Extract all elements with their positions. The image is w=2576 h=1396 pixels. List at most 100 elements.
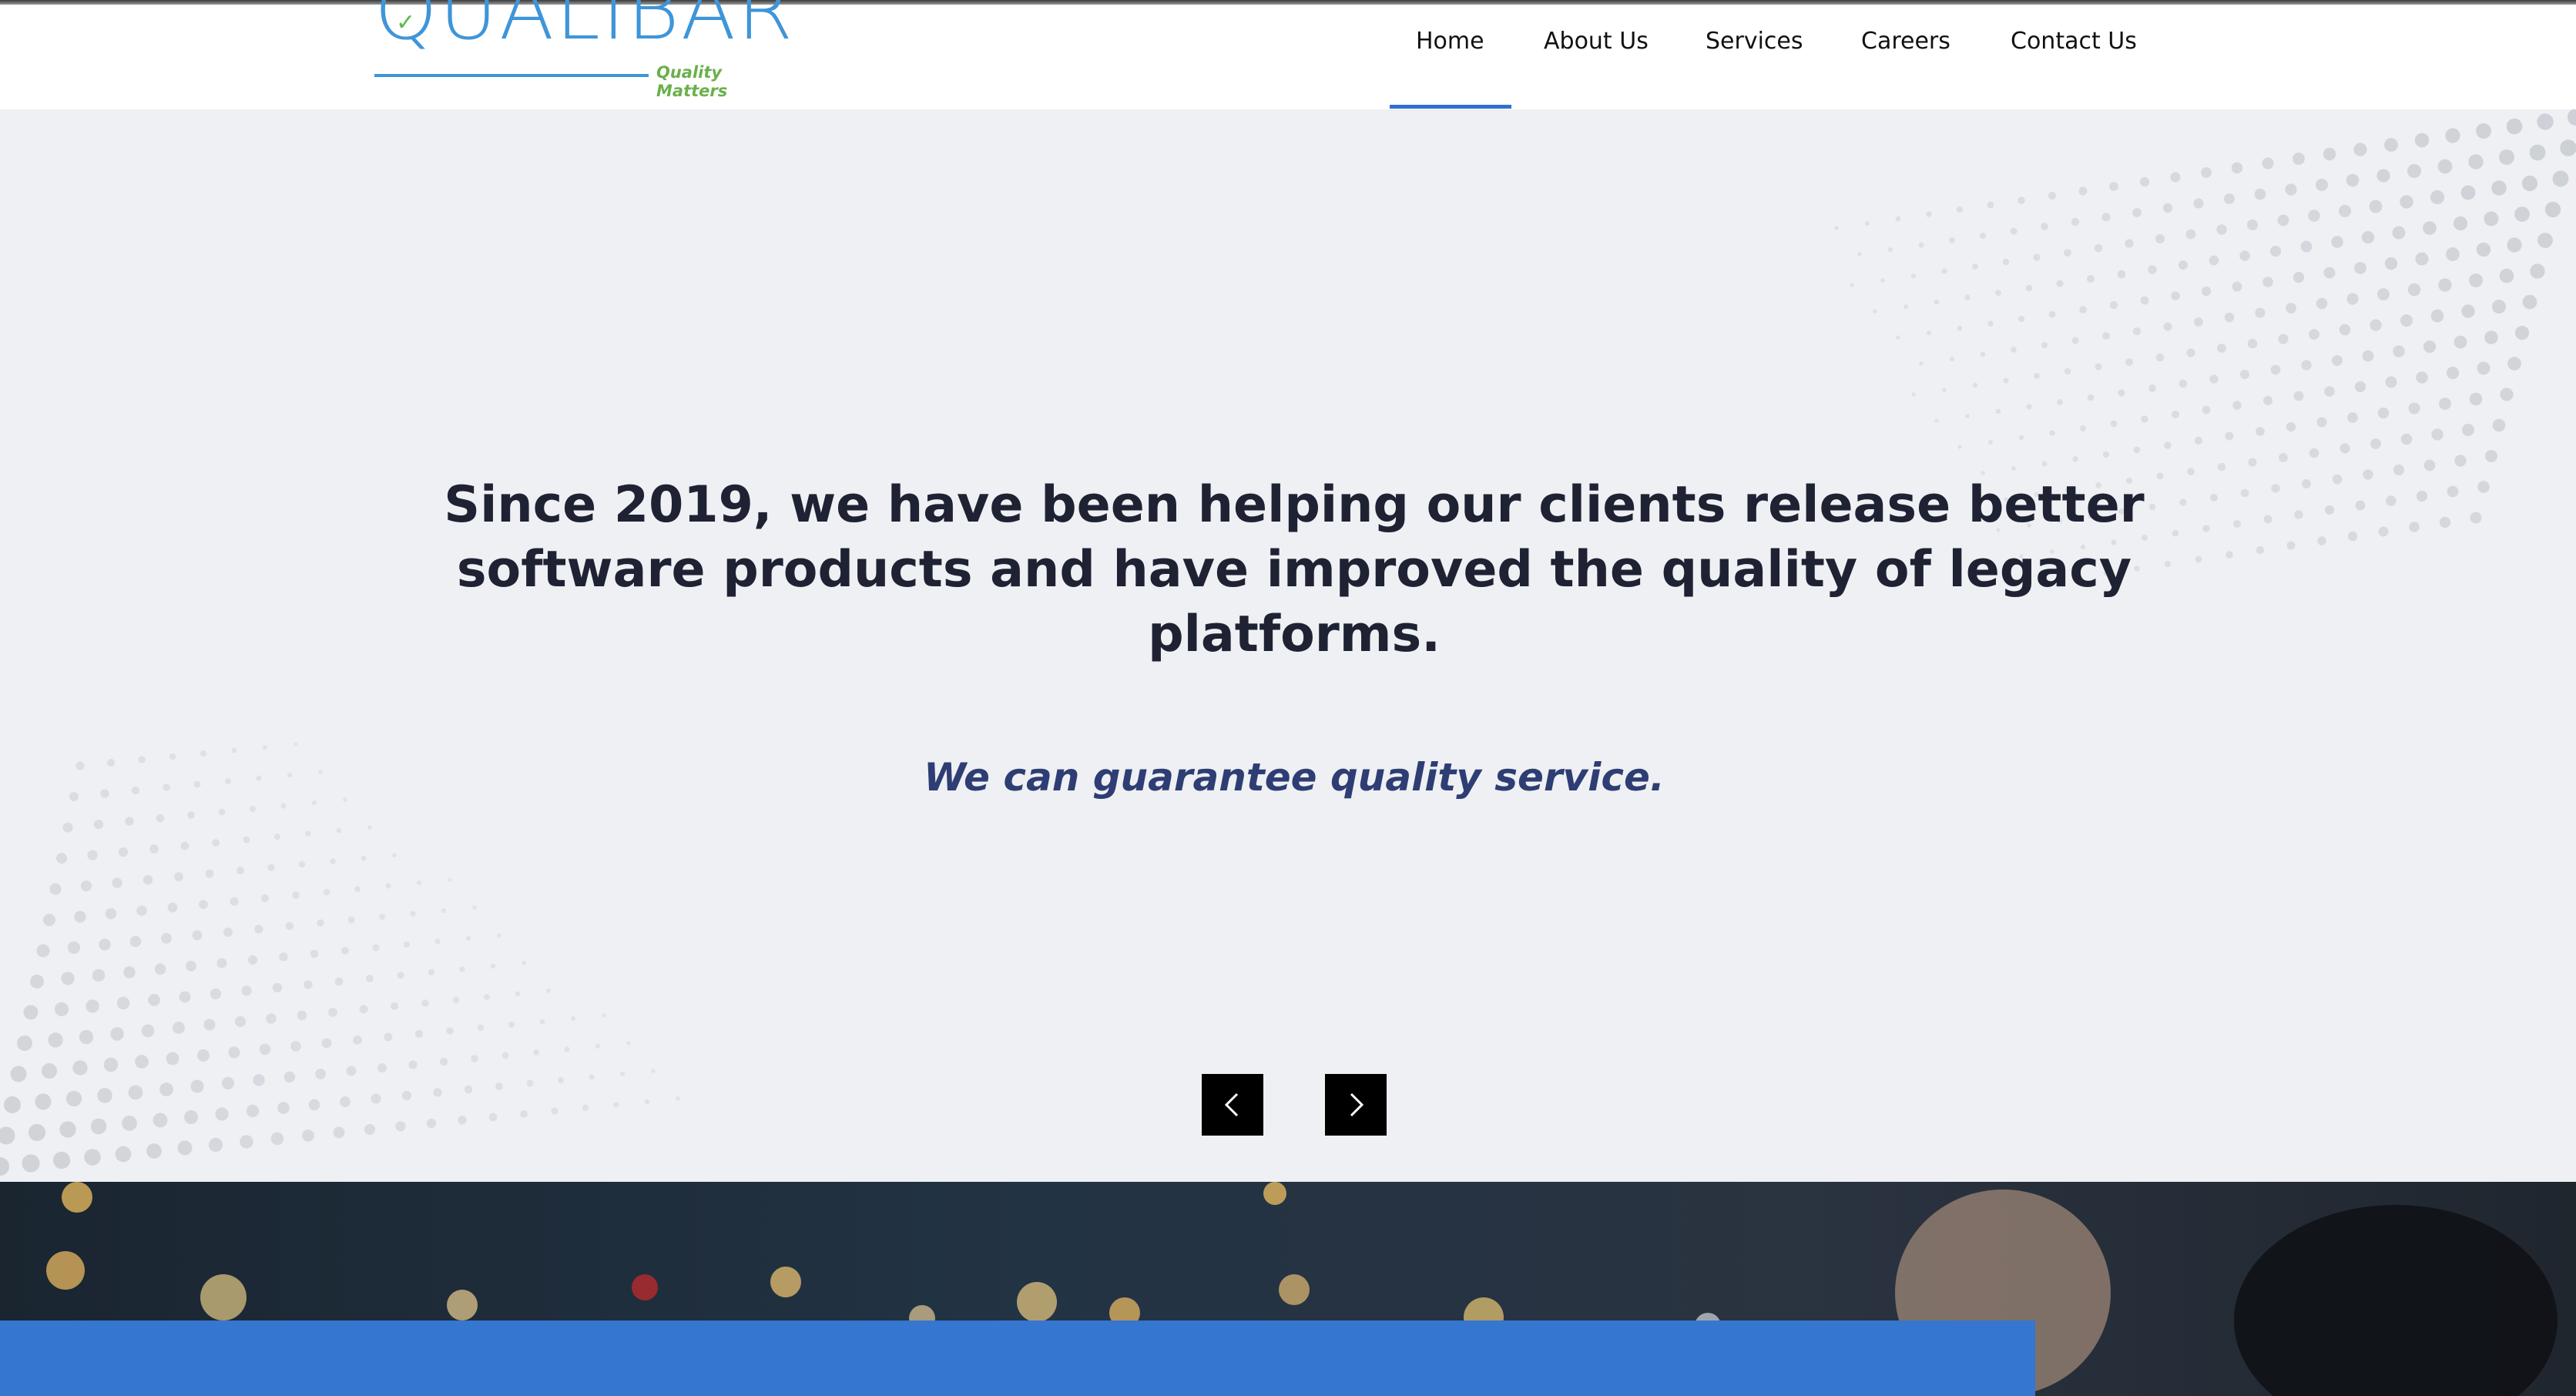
pattern-dot (0, 1126, 15, 1145)
pattern-dot (2224, 312, 2235, 323)
pattern-dot (1949, 237, 1955, 243)
pattern-dot (2186, 348, 2195, 357)
pattern-dot (200, 750, 206, 757)
pattern-dot (2437, 159, 2453, 174)
pattern-dot (2363, 469, 2373, 480)
pattern-dot (441, 908, 447, 914)
pattern-dot (2011, 465, 2017, 471)
pattern-dot (2500, 388, 2514, 401)
pattern-dot (472, 905, 477, 910)
nav-home[interactable]: Home (1416, 25, 1484, 59)
pattern-dot (174, 872, 183, 881)
nav-contact-us[interactable]: Contact Us (2011, 25, 2137, 59)
pattern-dot (216, 958, 227, 968)
pattern-dot (2155, 234, 2165, 243)
pattern-dot (2407, 283, 2421, 297)
pattern-dot (477, 1024, 485, 1032)
pattern-dot (2256, 545, 2265, 555)
pattern-dot (52, 1151, 71, 1169)
pattern-dot (1910, 273, 1917, 279)
pattern-dot (2439, 398, 2451, 410)
pattern-dot (86, 999, 99, 1013)
pattern-dot (293, 742, 298, 747)
pattern-dot (266, 1013, 277, 1024)
chevron-right-icon (1350, 1092, 1364, 1117)
pattern-dot (246, 1104, 260, 1118)
pattern-dot (159, 1082, 173, 1096)
pattern-dot (2254, 188, 2266, 200)
pattern-dot (110, 1027, 124, 1041)
pattern-dot (520, 1110, 528, 1118)
pattern-dot (2400, 195, 2413, 209)
pattern-dot (156, 814, 165, 823)
pattern-dot (2423, 340, 2437, 354)
pattern-dot (1972, 263, 1978, 270)
pattern-dot (236, 867, 244, 874)
pattern-dot (2468, 154, 2484, 169)
pattern-dot (446, 1027, 454, 1035)
pattern-dot (28, 1123, 46, 1142)
pattern-dot (2155, 353, 2165, 362)
pattern-dot (2163, 322, 2172, 331)
pattern-dot (122, 1116, 137, 1131)
nav-careers[interactable]: Careers (1861, 25, 1950, 59)
bokeh-light (770, 1267, 801, 1297)
pattern-dot (434, 938, 441, 945)
pattern-dot (1850, 283, 1854, 287)
pattern-dot (426, 1118, 437, 1129)
pattern-dot (2514, 206, 2530, 222)
pattern-dot (340, 1096, 351, 1107)
pattern-dot (2286, 303, 2296, 314)
pattern-dot (2201, 167, 2212, 178)
nav-about-us[interactable]: About Us (1544, 25, 1649, 59)
pattern-dot (546, 988, 551, 993)
pattern-dot (225, 778, 231, 784)
pattern-dot (1880, 278, 1885, 283)
pattern-dot (2025, 284, 2033, 292)
pattern-dot (2125, 358, 2133, 366)
pattern-dot (2300, 240, 2313, 253)
pattern-dot (221, 1076, 235, 1090)
pattern-dot (230, 897, 239, 906)
pattern-dot (2507, 357, 2521, 371)
pattern-dot (259, 1043, 271, 1055)
pattern-dot (2225, 431, 2234, 441)
pattern-dot (392, 853, 397, 857)
pattern-dot (272, 982, 283, 993)
pattern-dot (129, 935, 142, 948)
pattern-dot (247, 955, 258, 965)
pattern-dot (2232, 281, 2242, 292)
pattern-dot (1987, 201, 1994, 209)
pattern-dot (2041, 223, 2048, 230)
pattern-dot (2377, 407, 2390, 419)
slider-next-button[interactable] (1325, 1074, 1387, 1136)
pattern-dot (1911, 392, 1916, 397)
pattern-dot (522, 961, 526, 965)
pattern-dot (488, 1112, 498, 1122)
pattern-dot (1979, 232, 1987, 240)
pattern-dot (359, 1005, 368, 1014)
pattern-dot (2269, 245, 2282, 257)
pattern-dot (1964, 294, 1971, 300)
pattern-dot (2277, 214, 2289, 227)
pattern-dot (1942, 388, 1947, 392)
bokeh-light (447, 1290, 478, 1320)
nav-services[interactable]: Services (1706, 25, 1803, 59)
pattern-dot (2132, 208, 2142, 217)
slider-prev-button[interactable] (1202, 1074, 1263, 1136)
pattern-dot (2048, 310, 2056, 318)
hero-slider: Since 2019, we have been helping our cli… (0, 109, 2576, 1182)
pattern-dot (67, 941, 81, 955)
pattern-dot (116, 996, 130, 1010)
pattern-dot (2118, 389, 2125, 397)
pattern-dot (149, 844, 159, 854)
pattern-dot (366, 975, 374, 982)
pattern-dot (2377, 288, 2390, 300)
pattern-dot (2439, 516, 2451, 529)
pattern-dot (197, 1049, 210, 1062)
pattern-dot (2178, 260, 2189, 270)
pattern-dot (135, 1055, 149, 1069)
pattern-dot (2156, 472, 2164, 480)
pattern-dot (404, 941, 410, 948)
pattern-dot (2408, 402, 2420, 414)
